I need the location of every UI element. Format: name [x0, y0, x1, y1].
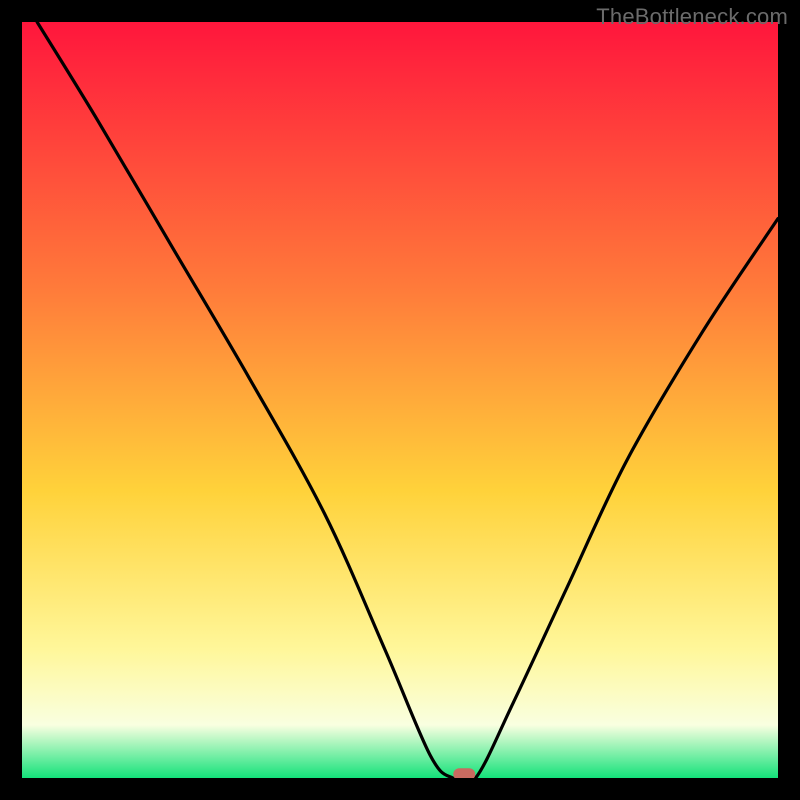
chart-background-gradient	[22, 22, 778, 778]
chart-area	[22, 22, 778, 778]
watermark-text: TheBottleneck.com	[596, 4, 788, 30]
optimal-point-marker	[453, 768, 475, 778]
chart-svg	[22, 22, 778, 778]
